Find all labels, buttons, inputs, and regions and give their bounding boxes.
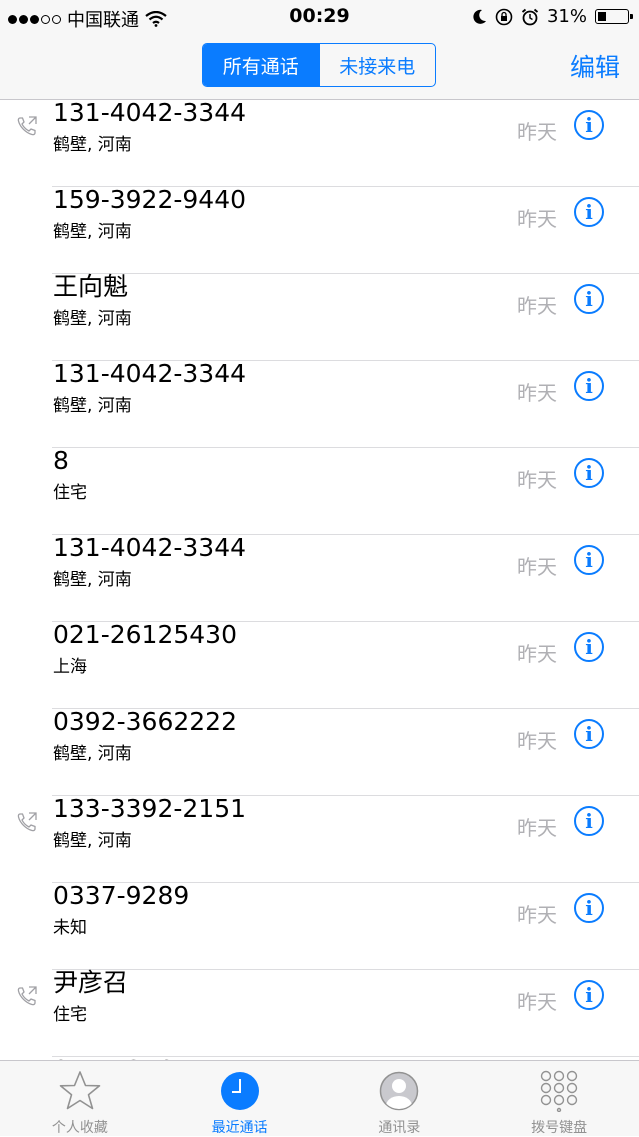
caller-name: 133-3392-2151 [53,794,247,823]
outgoing-call-icon [17,812,37,832]
caller-name: 0337-9289 [53,881,190,910]
edit-button[interactable]: 编辑 [570,48,620,84]
caller-name: 021-26125430 [53,620,237,649]
clock-icon [220,1072,259,1110]
info-icon[interactable]: i [574,980,604,1010]
moon-icon [473,9,486,24]
call-row[interactable]: 159-3922-9440 鹤壁, 河南 昨天 i [0,185,639,274]
call-row[interactable]: 131-4042-3344 鹤壁, 河南 昨天 i [0,533,639,622]
nav-bar: 所有通话 未接来电 编辑 [0,34,639,100]
star-icon [59,1071,101,1110]
call-date: 昨天 [517,729,557,753]
tab-recents-label: 最近通话 [211,1120,268,1136]
outgoing-call-icon [17,116,37,136]
info-icon[interactable]: i [574,806,604,836]
segment-all-calls[interactable]: 所有通话 [203,44,319,86]
call-date: 昨天 [517,555,557,579]
info-icon[interactable]: i [574,197,604,227]
tab-keypad-label: 拨号键盘 [531,1120,588,1136]
caller-location: 鹤壁, 河南 [53,222,132,242]
battery-icon [595,9,633,24]
call-filter-segmented-control[interactable]: 所有通话 未接来电 [202,43,436,87]
contacts-icon [380,1071,419,1111]
status-bar: 中国联通 00:29 31% [0,0,639,34]
caller-location: 鹤壁, 河南 [53,831,132,851]
tab-favorites[interactable]: 个人收藏 [0,1061,160,1136]
caller-name: 131-4042-3344 [53,100,247,127]
caller-name: 0392-3662222 [53,707,237,736]
caller-name: 159-3922-9440 [53,185,247,214]
tab-keypad[interactable]: 拨号键盘 [479,1061,639,1136]
call-date: 昨天 [517,468,557,492]
segment-missed-calls[interactable]: 未接来电 [318,44,436,86]
call-row[interactable]: 0392-3662222 鹤壁, 河南 昨天 i [0,707,639,796]
tab-favorites-label: 个人收藏 [51,1120,108,1136]
caller-location: 鹤壁, 河南 [53,744,132,764]
info-icon[interactable]: i [574,545,604,575]
call-date: 昨天 [517,990,557,1014]
call-row[interactable]: 王向魁鹤壁, 河南 昨天 i [0,272,639,361]
info-icon[interactable]: i [574,719,604,749]
caller-location: 鹤壁, 河南 [53,309,132,329]
caller-location: 住宅 [53,1005,87,1025]
tab-recents[interactable]: 最近通话 [160,1061,320,1136]
info-icon[interactable]: i [574,371,604,401]
caller-name: 131-4042-3344 [53,533,247,562]
recent-calls-list[interactable]: 131-4042-3344 鹤壁, 河南 昨天 i 159-3922-9440 鹤壁, 河… [0,100,639,1060]
call-date: 昨天 [517,816,557,840]
info-icon[interactable]: i [574,458,604,488]
caller-location: 住宅 [53,483,87,503]
info-icon[interactable]: i [574,893,604,923]
info-icon[interactable]: i [574,110,604,140]
caller-name: 尹彦召 [53,968,129,997]
call-row[interactable]: 131-4042-3344 鹤壁, 河南 昨天 i [0,359,639,448]
caller-location: 未知 [53,918,87,938]
info-icon[interactable]: i [574,632,604,662]
call-date: 昨天 [517,294,557,318]
status-bar-right: 31% [473,6,633,27]
call-date: 昨天 [517,642,557,666]
call-row[interactable]: 尹彦召住宅 昨天 i [0,968,639,1057]
call-date: 昨天 [517,381,557,405]
caller-location: 鹤壁, 河南 [53,570,132,590]
caller-name: 131-4042-3344 [53,359,247,388]
caller-location: 鹤壁, 河南 [53,135,132,155]
call-row[interactable]: 021-26125430 上海 昨天 i [0,620,639,709]
outgoing-call-icon [17,986,37,1006]
call-row[interactable]: 131-4042-3344 鹤壁, 河南 昨天 i [0,100,639,187]
info-icon[interactable]: i [574,284,604,314]
tab-contacts[interactable]: 通讯录 [320,1061,480,1136]
caller-name: 8 [53,446,69,475]
call-date: 昨天 [517,120,557,144]
battery-percentage: 31% [546,6,587,27]
call-row[interactable]: 133-3392-2151 鹤壁, 河南 昨天 i [0,794,639,883]
tab-contacts-label: 通讯录 [378,1120,421,1136]
battery-level-fill [598,12,606,21]
keypad-icon [540,1070,578,1112]
call-date: 昨天 [517,903,557,927]
call-row[interactable]: 8 住宅 昨天 i [0,446,639,535]
call-row[interactable]: 0337-9289 未知 昨天 i [0,881,639,970]
tab-bar: 个人收藏 最近通话 通讯录 拨号键盘 [0,1060,639,1136]
alarm-icon [521,8,539,25]
caller-name: 王向魁 [53,272,129,301]
rotation-lock-icon [495,8,513,25]
caller-location: 上海 [53,657,87,677]
caller-location: 鹤壁, 河南 [53,396,132,416]
call-date: 昨天 [517,207,557,231]
